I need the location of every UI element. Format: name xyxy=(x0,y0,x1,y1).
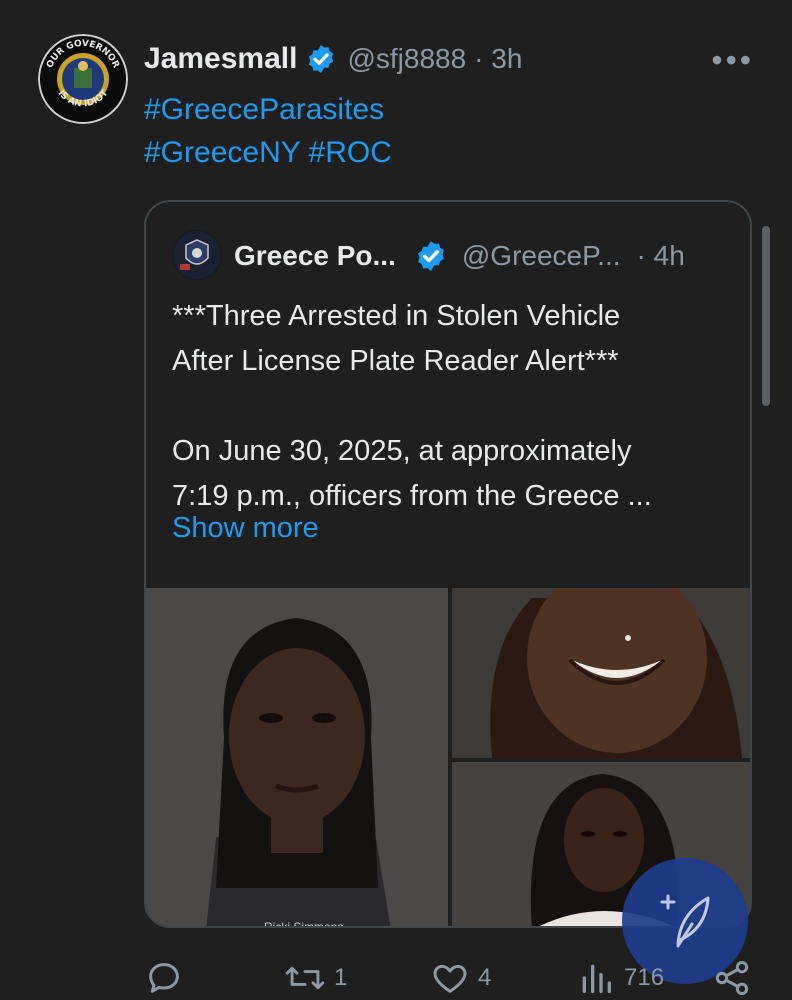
mugshot-photo-2[interactable] xyxy=(452,588,750,758)
quoted-post-card[interactable]: Greece Po... @GreeceP... · 4h ***Three A… xyxy=(144,200,752,928)
quote-author-handle[interactable]: @GreeceP... xyxy=(462,240,621,272)
quote-text: ***Three Arrested in Stolen Vehicle Afte… xyxy=(172,294,732,519)
verified-badge-icon xyxy=(305,43,337,75)
quote-text-line: On June 30, 2025, at approximately xyxy=(172,435,632,467)
quote-time[interactable]: · 4h xyxy=(637,240,685,272)
reply-button[interactable] xyxy=(144,958,192,998)
repost-count: 1 xyxy=(334,964,348,991)
quote-text-line xyxy=(172,384,732,429)
quote-author-name[interactable]: Greece Po... xyxy=(234,240,396,272)
heart-icon xyxy=(433,964,467,993)
quote-text-line: ***Three Arrested in Stolen Vehicle xyxy=(172,300,621,332)
author-handle[interactable]: @sfj8888 xyxy=(347,43,466,75)
verified-badge-icon xyxy=(414,239,448,273)
hashtag-line[interactable]: #GreeceNY #ROC xyxy=(144,131,392,174)
views-chart-icon xyxy=(582,964,611,993)
post-header: Jamesmall @sfj8888 · 3h xyxy=(144,40,522,78)
post-time[interactable]: · 3h xyxy=(474,43,522,75)
more-options-icon[interactable]: ••• xyxy=(711,42,754,79)
author-name[interactable]: Jamesmall xyxy=(144,42,297,76)
photo-caption: Ricki Simmons xyxy=(264,920,344,928)
quote-author-avatar[interactable] xyxy=(172,230,222,280)
hashtag-line[interactable]: #GreeceParasites xyxy=(144,88,392,131)
views-count: 716 xyxy=(624,964,665,991)
like-button[interactable]: 4 xyxy=(430,958,491,998)
author-avatar[interactable]: OUR GOVERNOR IS AN IDIOT xyxy=(38,34,128,124)
repost-button[interactable]: 1 xyxy=(284,958,347,998)
scrollbar[interactable] xyxy=(762,226,770,406)
repost-icon xyxy=(285,966,325,990)
like-count: 4 xyxy=(478,964,492,991)
quote-text-line: After License Plate Reader Alert*** xyxy=(172,345,619,377)
mugshot-photo-1[interactable]: Ricki Simmons xyxy=(146,588,448,928)
show-more-link[interactable]: Show more xyxy=(172,512,319,545)
share-icon xyxy=(715,961,749,995)
post-text: #GreeceParasites #GreeceNY #ROC xyxy=(144,88,392,174)
reply-icon xyxy=(149,963,179,993)
views-button[interactable]: 716 xyxy=(576,958,664,998)
quote-header: Greece Po... @GreeceP... · 4h xyxy=(234,236,685,276)
share-button[interactable] xyxy=(712,958,752,998)
